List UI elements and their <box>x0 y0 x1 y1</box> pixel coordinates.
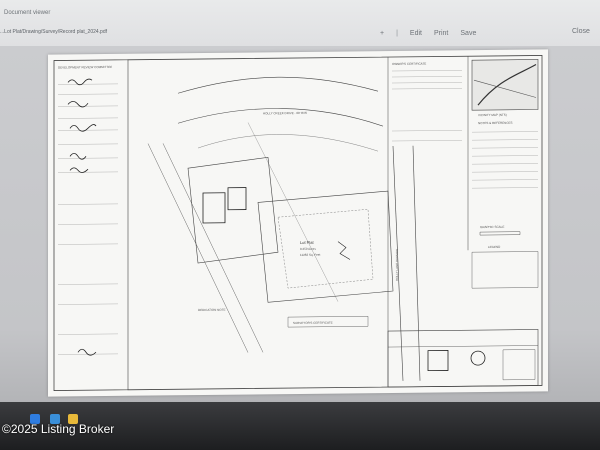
graphic-scale-title: GRAPHIC SCALE <box>480 225 504 229</box>
side-road-label: HOLLY LANE DIVISION <box>395 249 399 281</box>
road-label: HOLLY CREEK DRIVE - 60' R/W <box>263 111 307 115</box>
copyright-watermark: ©2025 Listing Broker <box>2 422 115 436</box>
address-bar[interactable]: ...Lot Plat/Drawing/Survey/Record plat_2… <box>0 26 260 38</box>
plat-document-page: DEVELOPMENT REVIEW COMMITTEE HOLLY CREEK… <box>48 49 548 397</box>
surveyor-certificate-title: SURVEYOR'S CERTIFICATE <box>293 321 333 325</box>
print-button[interactable]: Print <box>434 30 448 37</box>
pdf-toolbar: + | Edit Print Save <box>380 26 476 40</box>
vicinity-map-title: VICINITY MAP (NTS) <box>478 113 507 117</box>
approval-block-title: DEVELOPMENT REVIEW COMMITTEE <box>58 65 112 70</box>
toolbar-divider: | <box>396 29 398 37</box>
lot-sqft: 11282 Sq. Feet <box>300 253 320 257</box>
close-button[interactable]: Close <box>572 28 590 35</box>
notes-title: NOTES & REFERENCES <box>478 121 513 125</box>
zoom-in-button[interactable]: + <box>380 30 384 37</box>
lot-label: Lot Plat <box>300 240 314 245</box>
browser-toolbar: Document viewer ...Lot Plat/Drawing/Surv… <box>0 0 600 47</box>
plat-drawing: DEVELOPMENT REVIEW COMMITTEE HOLLY CREEK… <box>53 55 543 391</box>
monitor-screen: Document viewer ...Lot Plat/Drawing/Surv… <box>0 0 600 450</box>
dedication-label: DEDICATION NOTE <box>198 308 225 312</box>
pdf-viewer-area[interactable]: DEVELOPMENT REVIEW COMMITTEE HOLLY CREEK… <box>0 46 600 450</box>
owner-certificate-title: OWNER'S CERTIFICATE <box>392 62 426 66</box>
save-button[interactable]: Save <box>460 30 476 37</box>
legend-title: LEGEND <box>488 245 501 249</box>
lot-area: 0.259 Acres <box>300 247 316 251</box>
edit-button[interactable]: Edit <box>410 30 422 37</box>
browser-tab[interactable]: Document viewer <box>0 6 54 20</box>
